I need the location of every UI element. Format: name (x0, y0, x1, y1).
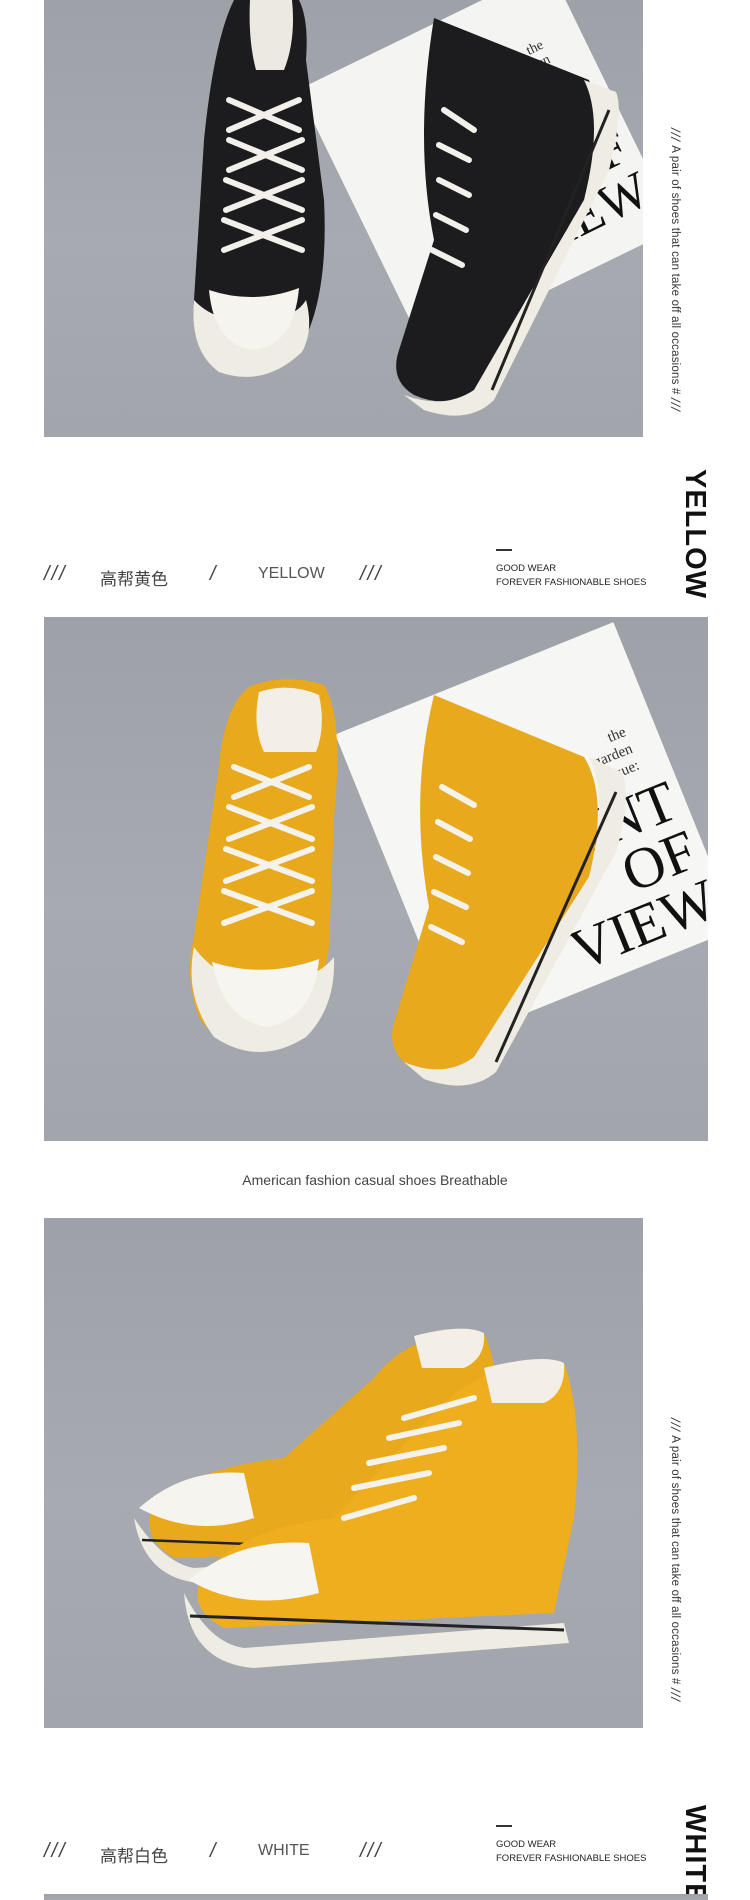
yellow-sneakers-top-illustration: the garden issue: POINT OF VIEW (190, 622, 708, 1086)
slogan-line-2: FOREVER FASHIONABLE SHOES (496, 1853, 647, 1864)
product-tagline: American fashion casual shoes Breathable (242, 1172, 508, 1188)
slogan-line-1: GOOD WEAR (496, 1839, 557, 1850)
yellow-sneakers-top-photo: the garden issue: POINT OF VIEW (44, 617, 708, 1141)
caption-slash-mid: / (210, 563, 218, 585)
yellow-shoe-top (190, 678, 338, 1052)
side-tagline-top: /// A pair of shoes that can take off al… (668, 128, 683, 412)
caption-english-color: WHITE (258, 1842, 310, 1859)
side-tagline-slashes-open: /// (668, 1418, 683, 1432)
side-tagline-bottom: /// A pair of shoes that can take off al… (668, 1418, 683, 1702)
black-shoe-top (193, 0, 325, 377)
good-wear-slogan: GOOD WEAR FOREVER FASHIONABLE SHOES (496, 1825, 646, 1866)
slogan-line-1: GOOD WEAR (496, 563, 557, 574)
caption-slash-mid: / (210, 1840, 218, 1862)
side-tagline-text: A pair of shoes that can take off all oc… (669, 1435, 681, 1685)
side-tagline-text: A pair of shoes that can take off all oc… (669, 145, 681, 395)
caption-chinese-color: 高帮黄色 (100, 570, 168, 589)
slogan-line-2: FOREVER FASHIONABLE SHOES (496, 577, 647, 588)
caption-slash-open: /// (44, 1840, 67, 1862)
slogan-dash (496, 549, 512, 551)
caption-slash-close: /// (360, 1840, 383, 1862)
caption-english-color: YELLOW (258, 565, 325, 582)
side-tagline-slashes-open: /// (668, 128, 683, 142)
yellow-sneakers-side-photo (44, 1218, 643, 1728)
black-sneakers-photo: the garden issue: POINT OF VIEW (44, 0, 643, 437)
slogan-dash (496, 1825, 512, 1827)
next-product-photo (44, 1894, 708, 1900)
yellow-sneakers-side-illustration (134, 1328, 578, 1668)
caption-slash-open: /// (44, 563, 67, 585)
caption-chinese-color: 高帮白色 (100, 1847, 168, 1866)
product-detail-page: the garden issue: POINT OF VIEW (0, 0, 750, 1900)
black-sneakers-illustration: the garden issue: POINT OF VIEW (193, 0, 643, 416)
color-label-vertical-yellow: YELLOW (679, 469, 711, 600)
side-tagline-slashes-close: /// (668, 1687, 683, 1702)
caption-slash-close: /// (360, 563, 383, 585)
good-wear-slogan: GOOD WEAR FOREVER FASHIONABLE SHOES (496, 549, 646, 590)
side-tagline-slashes-close: /// (668, 397, 683, 412)
color-label-vertical-white: WHITE (679, 1805, 711, 1900)
